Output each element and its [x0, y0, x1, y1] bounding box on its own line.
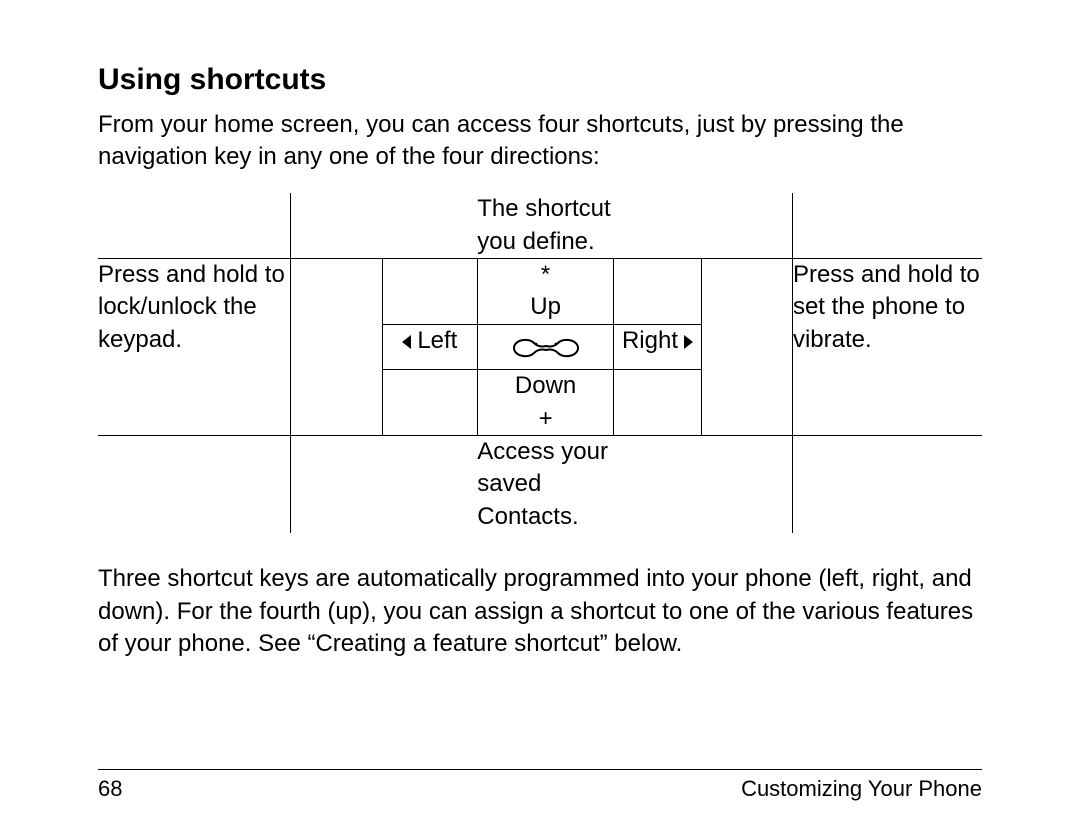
page-number: 68 — [98, 774, 122, 804]
up-label: Up — [478, 291, 614, 323]
page-footer: 68 Customizing Your Phone — [98, 769, 982, 804]
right-label: Right — [622, 327, 678, 354]
asterisk-symbol: * — [478, 259, 614, 291]
body-paragraph: Three shortcut keys are automatically pr… — [98, 563, 982, 660]
section-heading: Using shortcuts — [98, 60, 982, 101]
arrow-left-icon — [402, 335, 411, 349]
arrow-right-icon — [684, 335, 693, 349]
diagram-bottom-caption: Access your saved Contacts. — [477, 438, 608, 530]
down-label: Down — [478, 370, 614, 402]
plus-symbol: + — [478, 403, 614, 435]
navigation-key-icon — [510, 335, 582, 361]
right-hold-description: Press and hold to set the phone to vibra… — [793, 261, 980, 353]
left-label: Left — [417, 327, 457, 354]
diagram-top-caption: The shortcut you define. — [477, 195, 610, 254]
left-hold-description: Press and hold to lock/unlock the keypad… — [98, 261, 285, 353]
shortcut-diagram: The shortcut you define. Press and hold … — [98, 193, 982, 533]
footer-section-title: Customizing Your Phone — [741, 774, 982, 804]
intro-paragraph: From your home screen, you can access fo… — [98, 109, 982, 174]
